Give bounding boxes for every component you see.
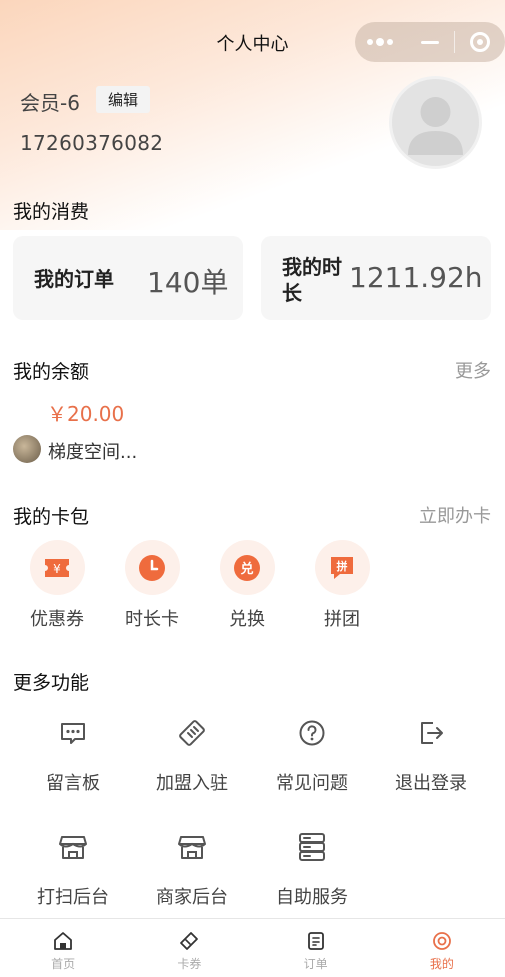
close-app-button[interactable] — [455, 22, 505, 62]
func-franchise[interactable]: 加盟入驻 — [132, 713, 252, 795]
mini-program-capsule — [355, 22, 505, 62]
func-logout[interactable]: 退出登录 — [371, 713, 491, 795]
func-label: 退出登录 — [395, 773, 467, 794]
minimize-icon — [420, 40, 439, 44]
ticket-icon — [180, 932, 199, 950]
handshake-icon — [179, 720, 205, 746]
more-section-title: 更多功能 — [13, 672, 90, 694]
tab-home[interactable]: 首页 — [0, 919, 126, 977]
wallet-section-title: 我的卡包 — [13, 506, 90, 528]
merchant-store-icon — [178, 836, 206, 859]
tab-label: 卡券 — [177, 957, 202, 971]
func-message-board[interactable]: 留言板 — [13, 713, 133, 795]
balance-section-title: 我的余额 — [13, 361, 90, 383]
func-label: 常见问题 — [276, 773, 348, 794]
tab-orders[interactable]: 订单 — [253, 919, 379, 977]
func-cleaning-admin[interactable]: 打扫后台 — [13, 827, 133, 909]
clock-icon — [139, 554, 165, 581]
close-target-icon — [470, 32, 491, 52]
tab-label: 首页 — [51, 957, 76, 971]
coupon-icon-bg: ¥ — [29, 540, 85, 595]
orders-card[interactable]: 我的订单 140单 — [13, 236, 243, 320]
duration-label-line-1: 我的时 — [282, 255, 342, 279]
coupon-icon: ¥ — [45, 558, 69, 577]
exchange-icon: 兑 — [234, 554, 260, 581]
duration-value: 1211.92h — [349, 261, 483, 294]
group-buy-icon: 拼 — [331, 556, 353, 579]
func-label: 自助服务 — [276, 887, 348, 908]
balance-more-link[interactable]: 更多 — [455, 357, 491, 383]
store-avatar — [13, 435, 41, 463]
orders-label: 我的订单 — [34, 267, 114, 291]
home-icon — [54, 932, 73, 950]
avatar[interactable] — [389, 76, 482, 169]
wallet-item-label: 优惠券 — [30, 609, 84, 630]
more-dots-icon — [366, 38, 393, 46]
minimize-button[interactable] — [405, 22, 455, 62]
wallet-item-label: 兑换 — [229, 609, 265, 630]
profile-icon — [432, 932, 451, 950]
question-icon — [299, 720, 325, 746]
tab-label: 我的 — [429, 957, 454, 971]
wallet-item-group-buy[interactable]: 拼 拼团 — [302, 540, 382, 631]
duration-card[interactable]: 我的时 长 1211.92h — [261, 236, 491, 320]
wallet-item-label: 拼团 — [324, 609, 360, 630]
consumption-section-title: 我的消费 — [13, 201, 90, 223]
func-merchant-admin[interactable]: 商家后台 — [132, 827, 252, 909]
more-button[interactable] — [355, 22, 405, 62]
username: 会员-6 — [20, 91, 80, 115]
func-faq[interactable]: 常见问题 — [252, 713, 372, 795]
svg-text:拼: 拼 — [337, 559, 348, 573]
server-icon — [299, 833, 325, 861]
tab-profile[interactable]: 我的 — [379, 919, 505, 977]
logout-icon — [421, 722, 443, 744]
bottom-tab-bar: 首页 卡券 订单 我的 — [0, 918, 505, 977]
svg-text:¥: ¥ — [53, 562, 61, 576]
cleaning-store-icon — [59, 836, 87, 859]
tab-label: 订单 — [303, 957, 328, 971]
clock-icon-bg — [124, 540, 180, 595]
svg-text:兑: 兑 — [240, 561, 253, 577]
phone-number: 17260376082 — [20, 131, 164, 155]
func-label: 加盟入驻 — [156, 773, 228, 794]
func-label: 留言板 — [46, 773, 100, 794]
group-buy-icon-bg: 拼 — [314, 540, 370, 595]
apply-card-link[interactable]: 立即办卡 — [419, 502, 491, 528]
message-board-icon — [61, 723, 85, 744]
duration-label: 我的时 长 — [282, 254, 342, 306]
func-label: 打扫后台 — [37, 887, 109, 908]
exchange-icon-bg: 兑 — [219, 540, 275, 595]
orders-count: 140单 — [147, 266, 229, 299]
store-name[interactable]: 梯度空间... — [48, 438, 137, 464]
default-user-icon — [408, 97, 463, 155]
func-label: 商家后台 — [156, 887, 228, 908]
balance-amount: ￥20.00 — [47, 402, 125, 426]
wallet-item-exchange[interactable]: 兑 兑换 — [207, 540, 287, 631]
order-icon — [307, 932, 324, 950]
duration-label-line-2: 长 — [282, 281, 302, 305]
edit-profile-button[interactable]: 编辑 — [96, 86, 151, 113]
wallet-item-duration-card[interactable]: 时长卡 — [112, 540, 192, 631]
func-self-service[interactable]: 自助服务 — [252, 827, 372, 909]
wallet-item-coupon[interactable]: ¥ 优惠券 — [17, 540, 97, 631]
tab-coupons[interactable]: 卡券 — [126, 919, 252, 977]
wallet-item-label: 时长卡 — [125, 609, 179, 630]
